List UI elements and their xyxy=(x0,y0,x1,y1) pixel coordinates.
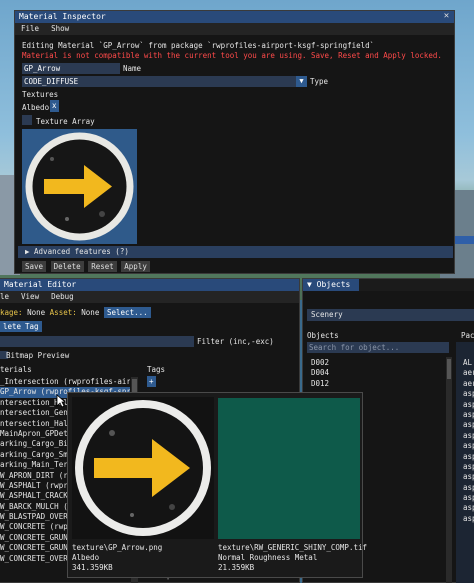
left-texture-kind: Albedo xyxy=(72,553,100,562)
warning-text: Material is not compatible with the curr… xyxy=(22,51,442,60)
tags-label: Tags xyxy=(147,365,166,374)
asset-value: None xyxy=(81,308,100,317)
package-list-item[interactable]: asp xyxy=(463,431,474,441)
object-list-item[interactable]: D012 xyxy=(311,379,441,389)
tag-button[interactable]: Tag xyxy=(22,321,42,332)
package-list-item[interactable]: asp xyxy=(463,472,474,482)
objects-scrollbar[interactable] xyxy=(446,357,452,583)
package-list-item[interactable]: AL xyxy=(463,358,474,368)
left-texture-path: texture\GP_Arrow.png xyxy=(72,543,163,552)
type-select[interactable]: CODE_DIFFUSE ▼ xyxy=(22,76,307,87)
objects-title: Objects xyxy=(316,280,351,289)
object-search-input[interactable]: Search for object... xyxy=(307,342,449,353)
albedo-preview-image xyxy=(72,397,214,539)
advanced-features-header[interactable]: ▶ Advanced features (?) xyxy=(18,246,453,258)
menu-show[interactable]: Show xyxy=(51,24,69,33)
name-label: Name xyxy=(123,64,142,73)
editing-text: Editing Material `GP_Arrow` from package… xyxy=(22,41,375,50)
package-list-item[interactable]: asp xyxy=(463,514,474,524)
arrow-sign-image xyxy=(25,132,134,241)
objects-label: Objects xyxy=(307,331,339,340)
window-title: Material Editor xyxy=(4,280,77,289)
select-button[interactable]: Select... xyxy=(104,307,151,318)
texture-array-label: Texture Array xyxy=(36,117,95,126)
package-list-item[interactable]: asp xyxy=(463,400,474,410)
add-tag-button[interactable]: + xyxy=(147,376,156,387)
normal-map-preview xyxy=(218,398,360,539)
scenery-header[interactable]: Scenery xyxy=(307,309,474,321)
delete-button[interactable]: Delete xyxy=(50,261,84,272)
package-label: kage: xyxy=(0,308,23,317)
package-list-item[interactable]: asp xyxy=(463,389,474,399)
objects-list: D002 D004 D012 xyxy=(311,358,441,389)
apply-button[interactable]: Apply xyxy=(121,261,150,272)
action-buttons: Save Delete Reset Apply xyxy=(22,261,150,272)
menu-debug[interactable]: Debug xyxy=(51,292,74,301)
type-label: Type xyxy=(310,77,329,86)
packages-list: ALaeraeraspaspaspaspaspaspaspaspaspaspas… xyxy=(463,358,474,524)
filter-label: Filter (inc,-exc) xyxy=(197,337,274,346)
objects-tab[interactable]: ▼ Objects xyxy=(303,279,359,291)
package-list-item[interactable]: asp xyxy=(463,420,474,430)
menu-view[interactable]: View xyxy=(21,292,39,301)
package-list-item[interactable]: asp xyxy=(463,462,474,472)
albedo-texture-preview[interactable] xyxy=(22,129,137,244)
texture-array-checkbox[interactable] xyxy=(22,115,32,125)
package-list-item[interactable]: aer xyxy=(463,379,474,389)
left-texture-info: texture\GP_Arrow.png Albedo 341.359KB xyxy=(72,543,162,573)
advanced-features-label: Advanced features (?) xyxy=(34,247,129,256)
asset-label: Asset: xyxy=(49,308,77,317)
chevron-down-icon[interactable]: ▼ xyxy=(296,76,307,87)
menu-file[interactable]: File xyxy=(21,24,39,33)
filter-input[interactable] xyxy=(0,336,194,347)
type-value: CODE_DIFFUSE xyxy=(24,77,79,86)
mouse-cursor-icon xyxy=(56,394,66,408)
caret-right-icon: ▶ xyxy=(25,247,30,256)
menu-bar: le View Debug xyxy=(0,291,299,303)
package-list-item[interactable]: asp xyxy=(463,493,474,503)
object-list-item[interactable]: D004 xyxy=(311,368,441,378)
window-titlebar[interactable]: Material Editor xyxy=(0,279,299,291)
package-value: None xyxy=(27,308,46,317)
package-row: kage: None Asset: None xyxy=(0,307,99,318)
materials-label: terials xyxy=(0,365,32,374)
left-texture-size: 341.359KB xyxy=(72,563,113,572)
right-texture-size: 21.359KB xyxy=(218,563,255,572)
package-list-item[interactable]: asp xyxy=(463,441,474,451)
material-inspector-window: Material Inspector ✕ File Show Editing Ma… xyxy=(14,10,455,274)
background-sign xyxy=(452,236,474,244)
package-list-item[interactable]: asp xyxy=(463,452,474,462)
arrow-sign-image xyxy=(75,400,211,536)
package-list-item[interactable]: aer xyxy=(463,368,474,378)
albedo-label: Albedo xyxy=(22,103,50,112)
textures-label: Textures xyxy=(22,90,59,99)
close-icon[interactable]: ✕ xyxy=(442,12,451,21)
package-list-item[interactable]: asp xyxy=(463,483,474,493)
object-list-item[interactable]: D002 xyxy=(311,358,441,368)
name-input[interactable]: GP_Arrow xyxy=(22,63,120,74)
package-list-item[interactable]: asp xyxy=(463,503,474,513)
save-button[interactable]: Save xyxy=(22,261,47,272)
right-texture-info: texture\RW_GENERIC_SHINY_COMP.tif Normal… xyxy=(218,543,367,573)
texture-preview-tooltip: texture\GP_Arrow.png Albedo 341.359KB te… xyxy=(67,392,367,578)
right-texture-path: texture\RW_GENERIC_SHINY_COMP.tif xyxy=(218,543,368,552)
reset-button[interactable]: Reset xyxy=(88,261,117,272)
material-list-item[interactable]: _Intersection (rwprofiles-airpor xyxy=(0,377,130,387)
package-list-item[interactable]: asp xyxy=(463,410,474,420)
delete-button[interactable]: lete xyxy=(0,321,25,332)
menu-bar: File Show xyxy=(15,23,454,35)
window-titlebar[interactable]: Material Inspector ✕ xyxy=(15,11,454,23)
menu-icon[interactable]: ▼ xyxy=(307,280,312,289)
menu-file[interactable]: le xyxy=(0,292,9,301)
window-title: Material Inspector xyxy=(19,12,106,21)
albedo-remove-button[interactable]: x xyxy=(50,100,59,112)
right-texture-kind: Normal Roughness Metal xyxy=(218,553,318,562)
packages-label: Pac xyxy=(461,331,474,340)
bitmap-preview-label: Bitmap Preview xyxy=(6,351,70,360)
